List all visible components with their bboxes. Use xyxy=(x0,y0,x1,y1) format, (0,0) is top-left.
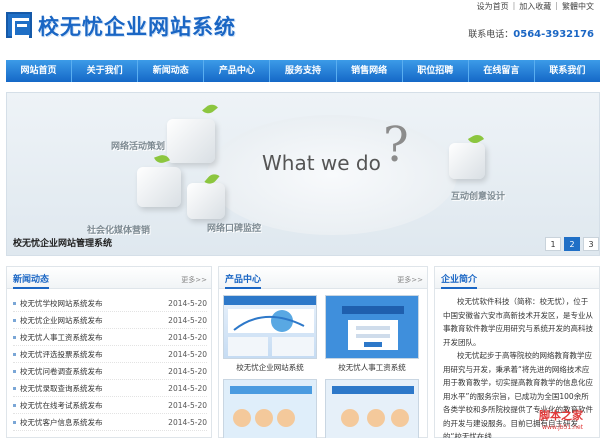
product-card[interactable] xyxy=(223,379,317,438)
set-homepage-link[interactable]: 设为首页 xyxy=(477,1,509,12)
product-thumbnail[interactable] xyxy=(325,295,419,359)
site-logo-icon[interactable] xyxy=(6,12,32,38)
cube-graphic xyxy=(187,183,225,219)
news-date: 2014-5-20 xyxy=(168,418,207,427)
product-card[interactable]: 校无忧企业网站系统 xyxy=(223,295,317,373)
traditional-chinese-link[interactable]: 繁體中文 xyxy=(562,1,594,12)
news-list: 校无忧学校网站系统发布 2014-5-20 校无忧企业网站系统发布 2014-5-2… xyxy=(7,289,211,431)
products-more-link[interactable]: 更多>> xyxy=(397,275,423,285)
separator: | xyxy=(512,1,516,10)
nav-contact[interactable]: 联系我们 xyxy=(535,60,600,82)
product-thumbnail[interactable] xyxy=(223,295,317,359)
banner-label: 网络口碑监控 xyxy=(207,224,262,234)
about-panel-title: 企业简介 xyxy=(441,272,478,289)
nav-news[interactable]: 新闻动态 xyxy=(138,60,205,82)
site-title[interactable]: 校无忧企业网站系统 xyxy=(38,11,236,41)
nav-jobs[interactable]: 职位招聘 xyxy=(403,60,469,82)
news-item[interactable]: 校无忧客户信息系统发布 2014-5-20 xyxy=(13,414,207,431)
news-title[interactable]: 校无忧在线考试系统发布 xyxy=(13,397,103,413)
news-panel: 新闻动态 更多>> 校无忧学校网站系统发布 2014-5-20 校无忧企业网站系统… xyxy=(6,266,212,438)
watermark-logo: 脚本之家 xyxy=(539,409,583,422)
nav-products[interactable]: 产品中心 xyxy=(204,60,271,82)
products-panel: 产品中心 更多>> 校无忧企业网站系统 校无忧人事工资系统 xyxy=(218,266,428,438)
product-name[interactable]: 校无忧企业网站系统 xyxy=(223,362,317,373)
product-screenshot-icon xyxy=(224,380,316,438)
news-date: 2014-5-20 xyxy=(168,333,207,342)
product-card[interactable]: 校无忧人事工资系统 xyxy=(325,295,419,373)
about-panel-header: 企业简介 xyxy=(435,267,599,289)
news-date: 2014-5-20 xyxy=(168,350,207,359)
nav-about[interactable]: 关于我们 xyxy=(72,60,139,82)
product-name[interactable]: 校无忧人事工资系统 xyxy=(325,362,419,373)
banner-label: 社会化媒体营销 xyxy=(87,226,151,236)
top-links: 设为首页 | 加入收藏 | 繁體中文 xyxy=(477,1,594,12)
hotline-number: 0564-3932176 xyxy=(513,29,594,40)
news-title[interactable]: 校无忧评选投票系统发布 xyxy=(13,346,103,362)
news-item[interactable]: 校无忧问卷调查系统发布 2014-5-20 xyxy=(13,363,207,380)
news-item[interactable]: 校无忧在线考试系统发布 2014-5-20 xyxy=(13,397,207,414)
news-item[interactable]: 校无忧录取查询系统发布 2014-5-20 xyxy=(13,380,207,397)
news-date: 2014-5-20 xyxy=(168,401,207,410)
about-panel: 企业简介 校无忧软件科技（简称：校无忧），位于中国安徽省六安市高新技术开发区，是… xyxy=(434,266,600,438)
news-date: 2014-5-20 xyxy=(168,367,207,376)
pager-button-2[interactable]: 2 xyxy=(564,237,580,251)
cube-graphic xyxy=(449,143,485,179)
news-title[interactable]: 校无忧客户信息系统发布 xyxy=(13,414,103,430)
cube-graphic xyxy=(167,119,215,163)
about-paragraph: 校无忧软件科技（简称：校无忧），位于中国安徽省六安市高新技术开发区，是专业从事教… xyxy=(443,297,593,347)
news-date: 2014-5-20 xyxy=(168,384,207,393)
banner-caption[interactable]: 校无忧企业网站管理系统 xyxy=(13,236,112,249)
news-item[interactable]: 校无忧企业网站系统发布 2014-5-20 xyxy=(13,312,207,329)
speech-bubble-graphic xyxy=(207,115,457,235)
news-date: 2014-5-20 xyxy=(168,316,207,325)
news-item[interactable]: 校无忧人事工资系统发布 2014-5-20 xyxy=(13,329,207,346)
news-more-link[interactable]: 更多>> xyxy=(181,275,207,285)
main-nav: 网站首页 关于我们 新闻动态 产品中心 服务支持 销售网络 职位招聘 在线留言 … xyxy=(6,60,600,82)
products-panel-header: 产品中心 更多>> xyxy=(219,267,427,289)
news-item[interactable]: 校无忧评选投票系统发布 2014-5-20 xyxy=(13,346,207,363)
hotline-label: 联系电话： xyxy=(468,30,514,40)
news-title[interactable]: 校无忧录取查询系统发布 xyxy=(13,380,103,396)
nav-support[interactable]: 服务支持 xyxy=(270,60,337,82)
watermark-url: www.jb51.net xyxy=(542,424,583,431)
banner-headline: What we do xyxy=(262,151,381,175)
nav-message[interactable]: 在线留言 xyxy=(469,60,535,82)
banner-pager: 1 2 3 xyxy=(545,237,599,251)
products-panel-title: 产品中心 xyxy=(225,272,262,289)
banner-label: 网络活动策划 xyxy=(111,142,166,152)
news-title[interactable]: 校无忧问卷调查系统发布 xyxy=(13,363,103,379)
news-title[interactable]: 校无忧企业网站系统发布 xyxy=(13,312,103,328)
cube-graphic xyxy=(137,167,181,207)
product-screenshot-icon xyxy=(224,296,316,356)
product-screenshot-icon xyxy=(326,380,418,438)
news-date: 2014-5-20 xyxy=(168,299,207,308)
product-thumbnail[interactable] xyxy=(223,379,317,438)
add-favorite-link[interactable]: 加入收藏 xyxy=(519,1,551,12)
news-title[interactable]: 校无忧人事工资系统发布 xyxy=(13,329,103,345)
nav-sales[interactable]: 销售网络 xyxy=(337,60,403,82)
pager-button-1[interactable]: 1 xyxy=(545,237,561,251)
banner-slider[interactable]: What we do ? 网络活动策划 社会化媒体营销 网络口碑监控 互动创意设… xyxy=(6,92,600,256)
news-panel-title: 新闻动态 xyxy=(13,272,50,289)
news-item[interactable]: 校无忧学校网站系统发布 2014-5-20 xyxy=(13,295,207,312)
product-thumbnail[interactable] xyxy=(325,379,419,438)
nav-home[interactable]: 网站首页 xyxy=(6,60,73,82)
hotline: 联系电话：0564-3932176 xyxy=(468,27,594,40)
question-mark-graphic: ? xyxy=(383,117,409,173)
product-screenshot-icon xyxy=(326,296,418,358)
leaf-icon xyxy=(202,101,218,117)
product-card[interactable] xyxy=(325,379,419,438)
separator: | xyxy=(555,1,558,10)
news-panel-header: 新闻动态 更多>> xyxy=(7,267,211,289)
pager-button-3[interactable]: 3 xyxy=(583,237,599,251)
news-title[interactable]: 校无忧学校网站系统发布 xyxy=(13,295,103,311)
banner-label: 互动创意设计 xyxy=(451,192,506,202)
